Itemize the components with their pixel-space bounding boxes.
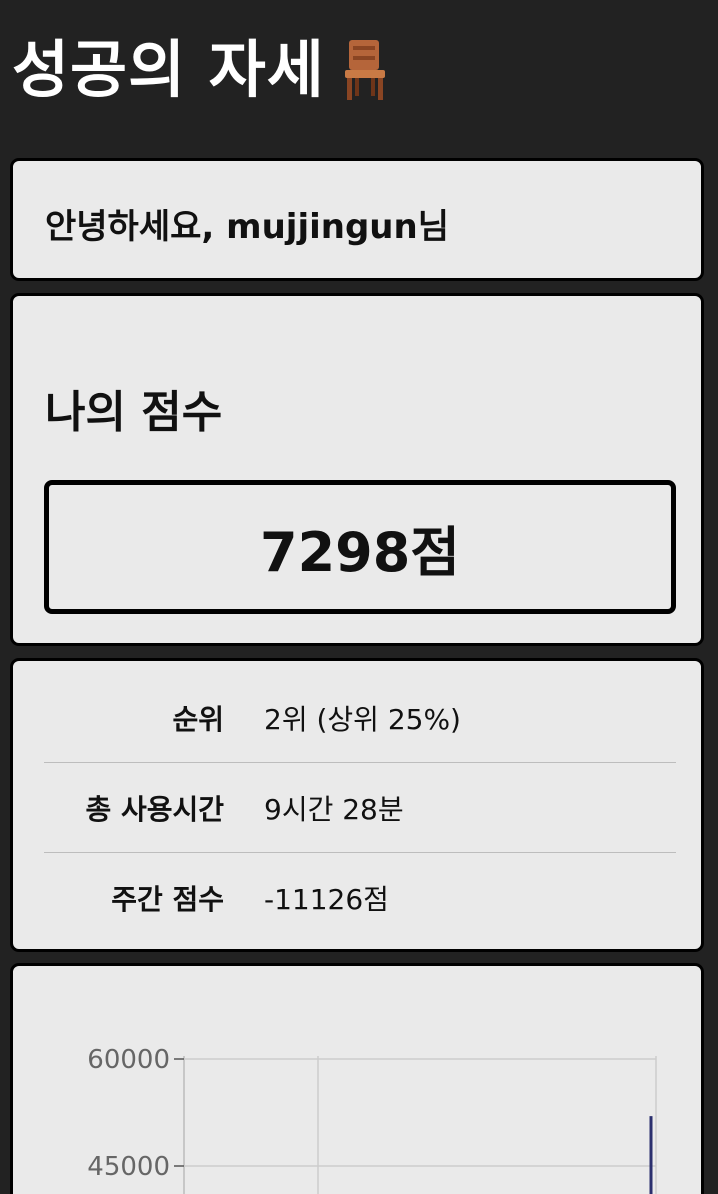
chart-card: 60000 45000 xyxy=(10,963,704,1194)
score-value: 7298점 xyxy=(260,520,460,584)
score-chart: 60000 45000 xyxy=(87,1045,657,1194)
stat-value-usage-time: 9시간 28분 xyxy=(264,792,404,826)
greeting-text: 안녕하세요, mujjingun님 xyxy=(45,207,449,247)
score-card: 나의 점수 7298점 xyxy=(10,293,704,646)
app-title-text: 성공의 자세 xyxy=(12,33,325,106)
stat-label-rank: 순위 xyxy=(172,702,224,736)
stat-row-rank: 순위 2위 (상위 25%) xyxy=(44,673,676,763)
score-heading: 나의 점수 xyxy=(45,387,223,438)
stat-value-rank: 2위 (상위 25%) xyxy=(264,702,461,736)
y-tick-label: 45000 xyxy=(87,1152,170,1182)
app-title: 성공의 자세 xyxy=(12,30,393,110)
chair-icon xyxy=(344,40,385,100)
stats-card: 순위 2위 (상위 25%) 총 사용시간 9시간 28분 주간 점수 -111… xyxy=(10,658,704,952)
greeting-card: 안녕하세요, mujjingun님 xyxy=(10,158,704,281)
score-box: 7298점 xyxy=(44,480,676,614)
stat-label-usage-time: 총 사용시간 xyxy=(85,792,224,826)
y-tick-label: 60000 xyxy=(87,1045,170,1075)
stat-row-usage-time: 총 사용시간 9시간 28분 xyxy=(44,763,676,853)
stat-value-weekly-score: -11126점 xyxy=(264,882,389,916)
app-page: 성공의 자세 안녕하세요, mujjingun님 나의 점수 7298점 순위 … xyxy=(0,0,718,1194)
stat-label-weekly-score: 주간 점수 xyxy=(111,882,224,916)
stat-row-weekly-score: 주간 점수 -11126점 xyxy=(44,853,676,942)
